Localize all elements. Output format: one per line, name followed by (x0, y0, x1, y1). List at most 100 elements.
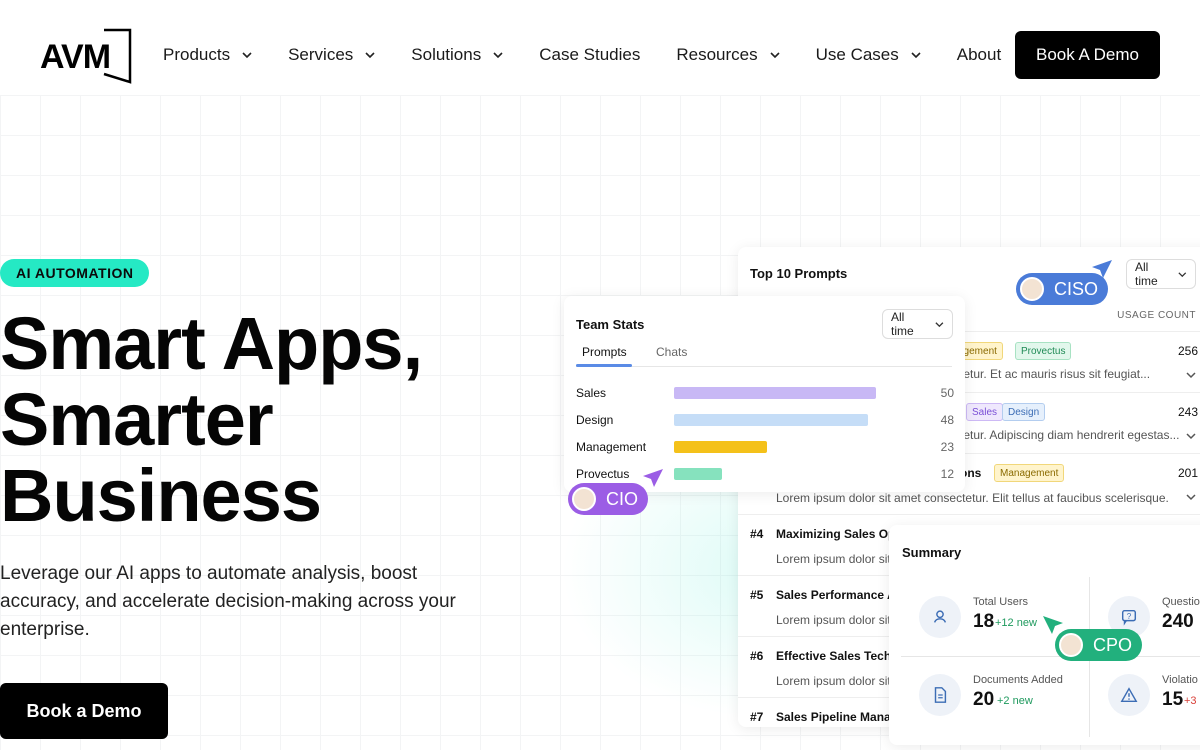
bar-row: Management 23 (576, 439, 954, 455)
chevron-down-icon (493, 52, 503, 59)
avatar (1020, 277, 1044, 301)
prompt-rank: #5 (750, 588, 764, 602)
metric-delta: +2 new (997, 695, 1033, 707)
bar-value: 23 (940, 440, 954, 454)
team-stats-card: Team Stats All time Prompts Chats Sales 5… (564, 296, 965, 492)
chevron-down-icon[interactable] (1186, 431, 1196, 441)
nav-label: Resources (676, 45, 758, 64)
usage-count: 201 (1177, 466, 1198, 480)
prompt-desc: Lorem ipsum dolor sit (776, 552, 891, 566)
bar-value: 50 (940, 386, 954, 400)
book-demo-button[interactable]: Book a Demo (0, 683, 168, 739)
tab-prompts[interactable]: Prompts (582, 345, 627, 359)
bar-label: Provectus (576, 467, 630, 481)
top-prompts-title: Top 10 Prompts (750, 266, 848, 281)
cio-cursor-pill: CIO (568, 483, 649, 515)
nav-label: About (956, 45, 1002, 64)
metric-value: 18 (973, 611, 995, 632)
time-filter-value: All time (1135, 260, 1158, 288)
tag: Provectus (1015, 342, 1072, 360)
time-filter-select[interactable]: All time (1126, 259, 1196, 289)
prompt-rank: #7 (750, 710, 764, 724)
avm-logo[interactable]: AVM (40, 28, 132, 84)
headline-line-3: Business (0, 454, 322, 537)
prompt-desc: tetur. Adipiscing diam hendrerit egestas… (960, 428, 1180, 442)
metric-label: Documents Added (973, 674, 1063, 686)
time-filter-select[interactable]: All time (882, 309, 953, 339)
logo-text: AVM (40, 38, 110, 76)
metric-delta: +3 (1184, 695, 1197, 707)
bar-label: Sales (576, 386, 607, 400)
bar-fill (674, 441, 767, 453)
prompt-desc: Lorem ipsum dolor sit (776, 674, 891, 688)
metric-delta: +12 new (995, 617, 1037, 629)
headline-line-1: Smart Apps, (0, 302, 423, 385)
nav-use-cases[interactable]: Use Cases (816, 44, 921, 66)
metric-label: Questio (1162, 596, 1200, 608)
metric-value: 240 (1162, 611, 1194, 632)
tag: Design (1002, 403, 1046, 421)
user-icon (919, 596, 961, 638)
hero-headline: Smart Apps, Smarter Business (0, 306, 560, 534)
metric-documents-added: Documents Added 20 +2 new (919, 674, 1119, 724)
tag: Sales (966, 403, 1004, 421)
cursor-arrow-icon (1092, 260, 1112, 278)
nav-resources[interactable]: Resources (676, 44, 780, 66)
headline-line-2: Smarter (0, 378, 274, 461)
metric-label: Total Users (973, 596, 1029, 608)
bar-row: Provectus 12 (576, 466, 954, 482)
tag: Management (994, 464, 1065, 482)
team-stats-title: Team Stats (576, 317, 645, 332)
nav-label: Services (288, 45, 354, 64)
chevron-down-icon (242, 52, 252, 59)
bar-value: 12 (940, 467, 954, 481)
book-demo-header-button[interactable]: Book A Demo (1015, 31, 1160, 79)
main-nav: Products Services Solutions Case Studies… (163, 44, 1037, 66)
chevron-down-icon (365, 52, 375, 59)
document-icon (919, 674, 961, 716)
metric-value: 20 (973, 689, 995, 710)
bar-fill (674, 468, 722, 480)
nav-solutions[interactable]: Solutions (411, 44, 503, 66)
usage-count: 256 (1177, 344, 1198, 358)
nav-services[interactable]: Services (288, 44, 375, 66)
avatar (572, 487, 596, 511)
cursor-arrow-icon (1043, 616, 1063, 634)
stats-tabs: Prompts Chats (576, 345, 952, 367)
nav-case-studies[interactable]: Case Studies (539, 44, 640, 66)
bar-row: Sales 50 (576, 385, 954, 401)
bar-fill (674, 414, 868, 426)
metric-label: Violatio (1162, 674, 1198, 686)
time-filter-value: All time (891, 310, 914, 338)
metric-violations: Violatio 15 +3 (1108, 674, 1200, 724)
bar-value: 48 (940, 413, 954, 427)
chevron-down-icon[interactable] (1186, 370, 1196, 380)
prompt-desc: Lorem ipsum dolor sit amet consectetur. … (776, 491, 1169, 505)
nav-about[interactable]: About (957, 44, 1001, 66)
metric-value: 15 (1162, 689, 1184, 710)
bar-fill (674, 387, 876, 399)
prompt-rank: #4 (750, 527, 764, 541)
cursor-label: CPO (1093, 634, 1133, 655)
prompt-name: Effective Sales Techni (776, 649, 902, 663)
chevron-down-icon (770, 52, 780, 59)
cursor-label: CIO (606, 488, 639, 509)
prompt-name: Sales Pipeline Manag (776, 710, 899, 724)
chevron-down-icon (1178, 271, 1187, 277)
prompt-name: Sales Performance An (776, 588, 903, 602)
nav-label: Case Studies (539, 45, 641, 64)
prompt-name: Maximizing Sales Opp (776, 527, 903, 541)
nav-products[interactable]: Products (163, 44, 252, 66)
bar-label: Management (576, 440, 647, 454)
chevron-down-icon (935, 321, 944, 327)
active-tab-indicator (576, 364, 632, 367)
bar-label: Design (576, 413, 614, 427)
usage-count: 243 (1177, 405, 1198, 419)
divider (901, 656, 1200, 657)
ai-automation-badge: AI AUTOMATION (0, 259, 150, 287)
chevron-down-icon[interactable] (1186, 492, 1196, 502)
nav-label: Products (163, 45, 231, 64)
nav-label: Solutions (411, 45, 482, 64)
tab-chats[interactable]: Chats (656, 345, 687, 359)
prompt-rank: #6 (750, 649, 764, 663)
